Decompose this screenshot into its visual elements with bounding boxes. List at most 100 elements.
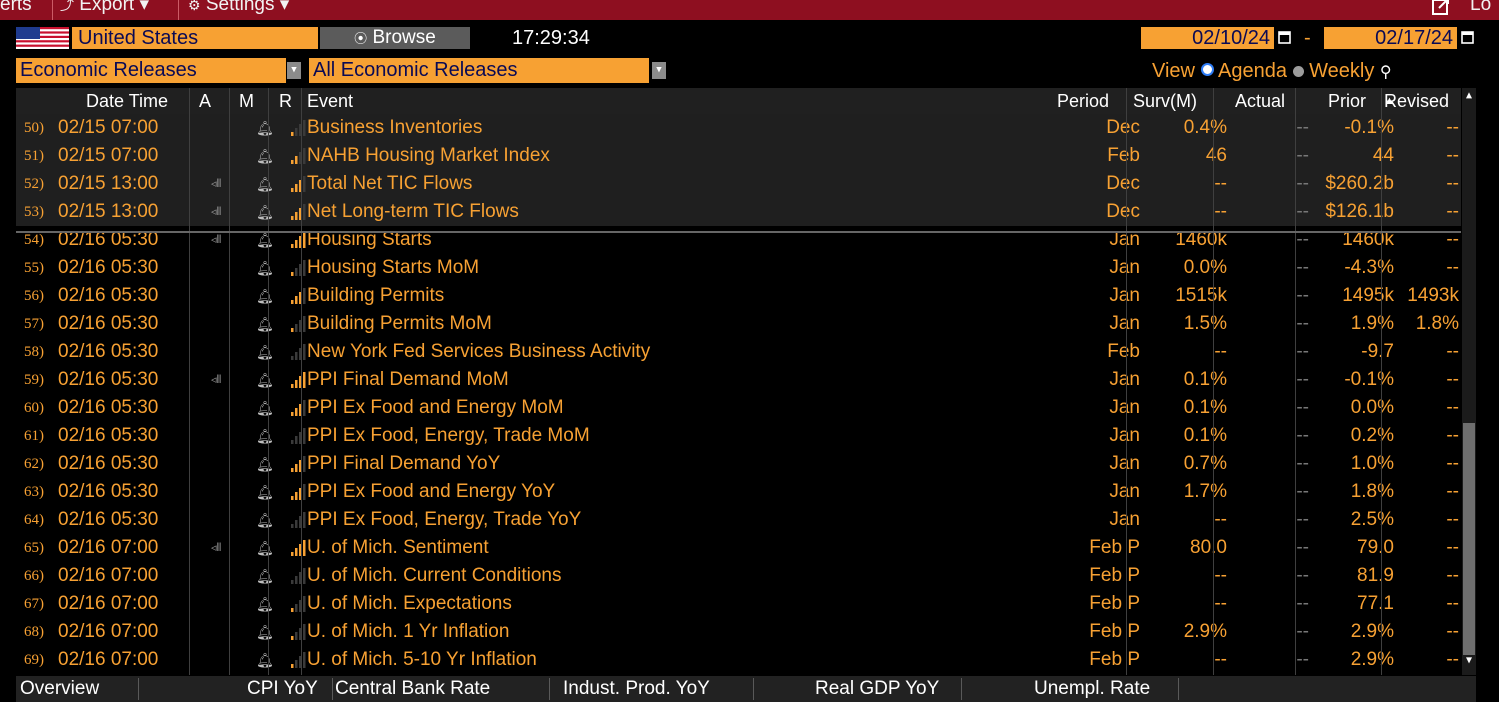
calendar-icon[interactable] bbox=[1278, 30, 1291, 44]
table-row[interactable]: 56) 02/16 05:30 🔔︎ Building Permits Jan 1515k… bbox=[16, 282, 1461, 310]
tab-real-gdp-yoy[interactable]: Real GDP YoY bbox=[815, 676, 939, 702]
col-prior[interactable]: Prior bbox=[1328, 88, 1366, 115]
col-surv[interactable]: Surv(M) bbox=[1133, 88, 1197, 115]
bell-icon[interactable]: 🔔︎ bbox=[256, 506, 274, 534]
actual-value: -- bbox=[1296, 341, 1309, 362]
agenda-radio[interactable] bbox=[1200, 63, 1214, 76]
table-row[interactable]: 61) 02/16 05:30 🔔︎ PPI Ex Food, Energy, Tra… bbox=[16, 422, 1461, 450]
prior-value: 2.5% bbox=[1350, 509, 1394, 530]
alerts-menu[interactable]: erts bbox=[0, 0, 32, 17]
col-r[interactable]: R bbox=[279, 88, 292, 115]
date-to-field[interactable]: 02/17/24 bbox=[1324, 27, 1457, 49]
bell-icon[interactable]: 🔔︎ bbox=[256, 338, 274, 366]
popout-icon[interactable] bbox=[1432, 0, 1450, 17]
calendar-icon[interactable] bbox=[1461, 30, 1474, 44]
row-number: 56) bbox=[24, 288, 44, 304]
day-separator bbox=[16, 231, 1461, 233]
table-row[interactable]: 65) 02/16 07:00 ◃⦀ 🔔︎ U. of Mich. Sentiment F… bbox=[16, 534, 1461, 562]
prior-value: -9.7 bbox=[1361, 341, 1394, 362]
bell-icon[interactable]: 🔔︎ bbox=[256, 534, 274, 562]
actual-value: -- bbox=[1296, 621, 1309, 642]
bell-icon[interactable]: 🔔︎ bbox=[256, 562, 274, 590]
revised-value: -- bbox=[1446, 397, 1459, 418]
browse-button[interactable]: ⦿ Browse bbox=[320, 27, 470, 49]
bell-icon[interactable]: 🔔︎ bbox=[256, 618, 274, 646]
weekly-label[interactable]: Weekly bbox=[1309, 60, 1374, 82]
bell-icon[interactable]: 🔔︎ bbox=[256, 646, 274, 674]
bell-icon[interactable]: 🔔︎ bbox=[256, 254, 274, 282]
survey-value: -- bbox=[1214, 173, 1227, 194]
settings-menu[interactable]: ⚙ Settings ▾ bbox=[188, 0, 289, 17]
bell-icon[interactable]: 🔔︎ bbox=[256, 142, 274, 170]
bell-icon[interactable]: 🔔︎ bbox=[256, 478, 274, 506]
table-row[interactable]: 55) 02/16 05:30 🔔︎ Housing Starts MoM Jan 0.0… bbox=[16, 254, 1461, 282]
release-filter-select[interactable]: All Economic Releases bbox=[309, 58, 649, 83]
bell-icon[interactable]: 🔔︎ bbox=[256, 310, 274, 338]
actual-value: -- bbox=[1296, 565, 1309, 586]
speaker-icon[interactable]: ◃⦀ bbox=[211, 534, 221, 562]
zoom-icon[interactable]: ⚲ bbox=[1380, 64, 1392, 81]
table-row[interactable]: 63) 02/16 05:30 🔔︎ PPI Ex Food and Energy Y… bbox=[16, 478, 1461, 506]
col-a[interactable]: A bbox=[199, 88, 211, 115]
table-row[interactable]: 52) 02/15 13:00 ◃⦀ 🔔︎ Total Net TIC Flows Dec… bbox=[16, 170, 1461, 198]
column-divider bbox=[268, 88, 269, 675]
col-actual[interactable]: Actual bbox=[1235, 88, 1285, 115]
table-row[interactable]: 64) 02/16 05:30 🔔︎ PPI Ex Food, Energy, Tra… bbox=[16, 506, 1461, 534]
table-row[interactable]: 66) 02/16 07:00 🔔︎ U. of Mich. Current Cond… bbox=[16, 562, 1461, 590]
table-row[interactable]: 53) 02/15 13:00 ◃⦀ 🔔︎ Net Long-term TIC Flow… bbox=[16, 198, 1461, 226]
country-field[interactable]: United States bbox=[72, 27, 318, 49]
bell-icon[interactable]: 🔔︎ bbox=[256, 366, 274, 394]
weekly-radio[interactable] bbox=[1292, 66, 1304, 77]
tab-cpi-yoy[interactable]: CPI YoY bbox=[247, 676, 318, 702]
period: Dec bbox=[1106, 173, 1140, 194]
table-row[interactable]: 51) 02/15 07:00 🔔︎ NAHB Housing Market Inde… bbox=[16, 142, 1461, 170]
chevron-down-icon[interactable]: ▼ bbox=[287, 62, 301, 79]
table-row[interactable]: 50) 02/15 07:00 🔔︎ Business Inventories Dec 0… bbox=[16, 114, 1461, 142]
date-from-field[interactable]: 02/10/24 bbox=[1141, 27, 1274, 49]
col-event[interactable]: Event bbox=[307, 88, 353, 115]
date-time: 02/16 07:00 bbox=[58, 593, 159, 614]
column-divider bbox=[189, 88, 190, 675]
speaker-icon[interactable]: ◃⦀ bbox=[211, 170, 221, 198]
table-row[interactable]: 62) 02/16 05:30 🔔︎ PPI Final Demand YoY Jan 0… bbox=[16, 450, 1461, 478]
speaker-icon[interactable]: ◃⦀ bbox=[211, 198, 221, 226]
tab-indust-prod-yoy[interactable]: Indust. Prod. YoY bbox=[563, 676, 710, 702]
bell-icon[interactable]: 🔔︎ bbox=[256, 590, 274, 618]
bell-icon[interactable]: 🔔︎ bbox=[256, 170, 274, 198]
revised-value: -- bbox=[1446, 257, 1459, 278]
table-row[interactable]: 69) 02/16 07:00 🔔︎ U. of Mich. 5-10 Yr Infl… bbox=[16, 646, 1461, 674]
col-date-time[interactable]: Date Time bbox=[86, 88, 168, 115]
table-row[interactable]: 57) 02/16 05:30 🔔︎ Building Permits MoM Jan 1… bbox=[16, 310, 1461, 338]
scrollbar-thumb[interactable] bbox=[1463, 423, 1475, 655]
col-period[interactable]: Period bbox=[1057, 88, 1109, 115]
bell-icon[interactable]: 🔔︎ bbox=[256, 114, 274, 142]
agenda-label[interactable]: Agenda bbox=[1218, 60, 1287, 82]
export-menu[interactable]: ⤴ Export ▾ bbox=[60, 0, 149, 17]
bell-icon[interactable]: 🔔︎ bbox=[256, 282, 274, 310]
speaker-icon[interactable]: ◃⦀ bbox=[211, 366, 221, 394]
category-select[interactable]: Economic Releases bbox=[16, 58, 286, 83]
table-row[interactable]: 59) 02/16 05:30 ◃⦀ 🔔︎ PPI Final Demand MoM Ja… bbox=[16, 366, 1461, 394]
tab-unempl-rate[interactable]: Unempl. Rate bbox=[1034, 676, 1150, 702]
chevron-down-icon[interactable]: ▼ bbox=[652, 62, 666, 79]
top-right-label[interactable]: Lo bbox=[1470, 0, 1491, 17]
scroll-up-icon[interactable]: ▲ bbox=[1463, 90, 1475, 102]
bell-icon[interactable]: 🔔︎ bbox=[256, 422, 274, 450]
actual-value: -- bbox=[1296, 285, 1309, 306]
scroll-down-icon[interactable]: ▼ bbox=[1463, 655, 1475, 667]
period: Feb bbox=[1107, 341, 1140, 362]
survey-value: 0.7% bbox=[1183, 453, 1227, 474]
table-row[interactable]: 60) 02/16 05:30 🔔︎ PPI Ex Food and Energy M… bbox=[16, 394, 1461, 422]
table-row[interactable]: 58) 02/16 05:30 🔔︎ New York Fed Services Bu… bbox=[16, 338, 1461, 366]
tab-overview[interactable]: Overview bbox=[20, 676, 99, 702]
col-m[interactable]: M bbox=[239, 88, 254, 115]
tab-central-bank-rate[interactable]: Central Bank Rate bbox=[335, 676, 490, 702]
survey-value: 0.4% bbox=[1183, 117, 1227, 138]
table-row[interactable]: 67) 02/16 07:00 🔔︎ U. of Mich. Expectations… bbox=[16, 590, 1461, 618]
bell-icon[interactable]: 🔔︎ bbox=[256, 198, 274, 226]
date-range-separator: - bbox=[1304, 27, 1311, 49]
revised-value: -- bbox=[1446, 565, 1459, 586]
table-row[interactable]: 68) 02/16 07:00 🔔︎ U. of Mich. 1 Yr Inflati… bbox=[16, 618, 1461, 646]
bell-icon[interactable]: 🔔︎ bbox=[256, 450, 274, 478]
bell-icon[interactable]: 🔔︎ bbox=[256, 394, 274, 422]
